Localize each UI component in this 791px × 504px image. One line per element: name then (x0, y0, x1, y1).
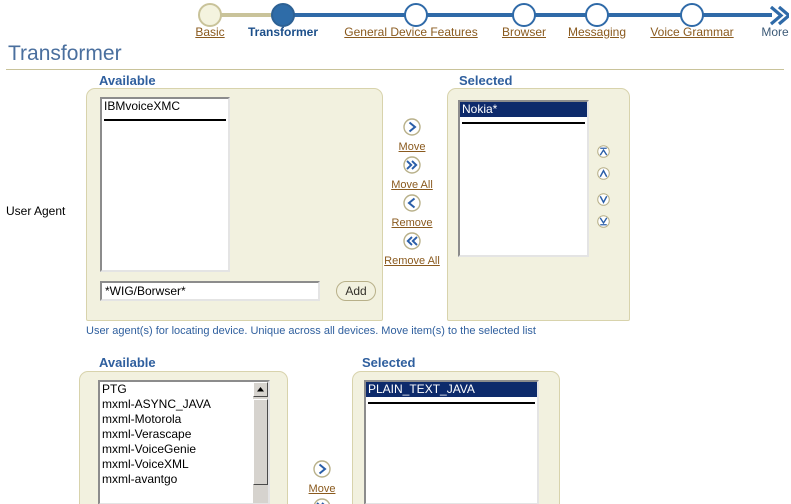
stepper-label-basic[interactable]: Basic (195, 25, 224, 39)
list-separator (462, 122, 585, 124)
move-up-circle-icon[interactable] (594, 167, 612, 185)
user-agent-row-label: User Agent (6, 204, 66, 218)
stepper-label-browser[interactable]: Browser (502, 25, 546, 39)
title-divider (6, 69, 784, 70)
list-item[interactable]: mxml-Verascape (100, 427, 252, 442)
user-agent-input[interactable] (100, 281, 320, 301)
transformer-selected-heading: Selected (362, 355, 416, 370)
list-item[interactable]: IBMvoiceXMC (102, 99, 228, 114)
list-item[interactable]: mxml-Motorola (100, 412, 252, 427)
user-agent-available-listbox[interactable]: IBMvoiceXMC (100, 97, 230, 272)
double-chevron-right-circle-icon[interactable] (380, 156, 444, 179)
transformer-selected-panel: PLAIN_TEXT_JAVA (352, 371, 560, 504)
list-item[interactable]: PLAIN_TEXT_JAVA (366, 382, 537, 397)
user-agent-order-controls (594, 145, 612, 237)
user-agent-help-text: User agent(s) for locating device. Uniqu… (86, 325, 536, 337)
move-all-control[interactable] (290, 498, 354, 504)
stepper-connector-1 (218, 13, 278, 17)
stepper-node-browser[interactable] (512, 3, 536, 27)
double-chevron-right-circle-icon[interactable] (290, 498, 354, 504)
stepper-node-transformer[interactable] (271, 3, 295, 27)
move-link[interactable]: Move (380, 141, 444, 154)
remove-control[interactable]: Remove (380, 194, 444, 230)
scrollbar-thumb[interactable] (253, 399, 268, 485)
remove-all-link[interactable]: Remove All (380, 255, 444, 267)
list-item[interactable]: Nokia* (460, 102, 587, 117)
stepper-label-general-device-features[interactable]: General Device Features (344, 25, 477, 39)
stepper-node-basic[interactable] (198, 3, 222, 27)
move-down-circle-icon[interactable] (594, 193, 612, 211)
user-agent-selected-panel: Nokia* (447, 88, 630, 321)
user-agent-selected-listbox[interactable]: Nokia* (458, 100, 589, 257)
stepper-node-voice-grammar[interactable] (680, 3, 704, 27)
transformer-available-heading: Available (99, 355, 156, 370)
stepper-connector-6 (697, 13, 759, 17)
wizard-stepper: Basic Transformer General Device Feature… (0, 0, 791, 42)
transformer-transfer-controls: Move (290, 460, 354, 504)
list-separator (104, 119, 226, 121)
stepper-node-messaging[interactable] (585, 3, 609, 27)
stepper-label-voice-grammar[interactable]: Voice Grammar (650, 25, 733, 39)
list-item[interactable]: PTG (100, 382, 252, 397)
user-agent-transfer-controls: Move Move All Remove Remove All (380, 118, 444, 269)
scroll-up-arrow-icon[interactable] (253, 382, 268, 397)
move-all-link[interactable]: Move All (380, 179, 444, 192)
move-control[interactable]: Move (380, 118, 444, 154)
remove-link[interactable]: Remove (380, 217, 444, 230)
user-agent-available-panel: IBMvoiceXMC Add (86, 88, 383, 321)
stepper-node-general-device-features[interactable] (404, 3, 428, 27)
list-item[interactable]: mxml-VoiceXML (100, 457, 252, 472)
add-user-agent-button[interactable]: Add (336, 281, 376, 301)
chevron-left-circle-icon[interactable] (380, 194, 444, 217)
move-all-control[interactable]: Move All (380, 156, 444, 192)
double-chevron-left-circle-icon[interactable] (380, 232, 444, 255)
remove-all-control[interactable]: Remove All (380, 232, 444, 267)
user-agent-selected-heading: Selected (459, 73, 513, 88)
chevron-right-circle-icon[interactable] (380, 118, 444, 141)
transformer-selected-listbox[interactable]: PLAIN_TEXT_JAVA (364, 380, 539, 504)
move-to-bottom-circle-icon[interactable] (594, 215, 612, 233)
move-to-top-circle-icon[interactable] (594, 145, 612, 163)
transformer-available-listbox[interactable]: PTG mxml-ASYNC_JAVA mxml-Motorola mxml-V… (98, 380, 270, 504)
stepper-label-messaging[interactable]: Messaging (568, 25, 626, 39)
list-item[interactable]: mxml-avantgo (100, 472, 252, 487)
chevron-right-circle-icon[interactable] (290, 460, 354, 483)
double-chevron-right-arrow-icon[interactable] (757, 5, 791, 31)
user-agent-available-heading: Available (99, 73, 156, 88)
list-separator (368, 402, 535, 404)
page-title: Transformer (8, 42, 122, 65)
move-link[interactable]: Move (290, 483, 354, 496)
list-item[interactable]: mxml-VoiceGenie (100, 442, 252, 457)
transformer-available-panel: PTG mxml-ASYNC_JAVA mxml-Motorola mxml-V… (79, 371, 288, 504)
move-control[interactable]: Move (290, 460, 354, 496)
transformer-available-scrollbar[interactable] (252, 382, 268, 503)
list-item[interactable]: mxml-ASYNC_JAVA (100, 397, 252, 412)
stepper-label-transformer: Transformer (247, 25, 319, 39)
